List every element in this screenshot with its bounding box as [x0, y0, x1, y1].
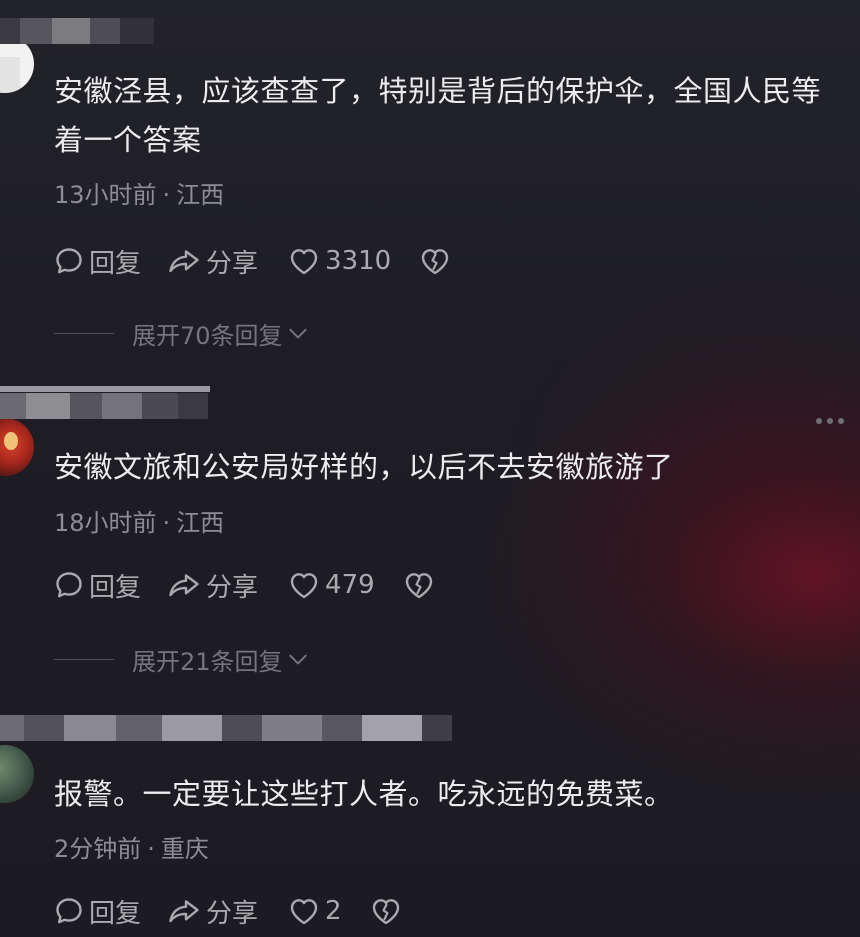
share-label: 分享	[206, 898, 259, 929]
comment-bubble-icon	[54, 570, 84, 600]
username-blurred[interactable]	[0, 393, 208, 419]
reply-label: 回复	[89, 572, 142, 603]
comment-text: 安徽文旅和公安局好样的，以后不去安徽旅游了	[54, 450, 674, 484]
comment-time: 18小时前	[54, 509, 157, 537]
divider-line	[54, 658, 114, 660]
heart-icon	[288, 896, 320, 926]
share-arrow-icon	[167, 246, 201, 276]
divider-line	[54, 332, 114, 334]
comment-location: 重庆	[160, 835, 209, 863]
share-button[interactable]: 分享	[167, 894, 259, 929]
comment-bubble-icon	[54, 246, 84, 276]
username-blurred-underline	[0, 386, 210, 392]
comment-time: 13小时前	[54, 181, 157, 209]
share-button[interactable]: 分享	[167, 244, 259, 279]
broken-heart-icon	[403, 570, 435, 600]
comment-actions: 回复 分享 3310	[54, 244, 451, 279]
comment-location: 江西	[176, 509, 225, 537]
comment-bubble-icon	[54, 896, 84, 926]
like-button[interactable]: 479	[288, 568, 375, 602]
comment-text: 安徽泾县，应该查查了，特别是背后的保护伞，全国人民等着一个答案	[54, 74, 822, 157]
reply-button[interactable]: 回复	[54, 894, 142, 929]
avatar[interactable]	[0, 745, 34, 803]
broken-heart-icon	[419, 246, 451, 276]
heart-icon	[288, 246, 320, 276]
username-blurred[interactable]	[0, 715, 452, 741]
comment-meta: 2分钟前 · 重庆	[54, 829, 209, 864]
dislike-button[interactable]	[419, 244, 451, 278]
like-count: 3310	[325, 246, 392, 276]
comment-time: 2分钟前	[54, 835, 142, 863]
reply-button[interactable]: 回复	[54, 244, 142, 279]
expand-replies-label: 展开70条回复	[132, 321, 283, 350]
like-count: 2	[325, 896, 342, 926]
expand-replies-label: 展开21条回复	[132, 647, 283, 676]
comment-actions: 回复 分享 479	[54, 568, 435, 603]
heart-icon	[288, 570, 320, 600]
dislike-button[interactable]	[403, 568, 435, 602]
like-count: 479	[325, 570, 375, 600]
share-arrow-icon	[167, 896, 201, 926]
expand-replies-button[interactable]: 展开70条回复	[54, 318, 309, 350]
chevron-down-icon	[287, 648, 309, 670]
avatar[interactable]	[0, 418, 34, 476]
comment-location: 江西	[176, 181, 225, 209]
dislike-button[interactable]	[370, 894, 402, 928]
reply-label: 回复	[89, 898, 142, 929]
separator-dot: ·	[162, 509, 171, 537]
share-button[interactable]: 分享	[167, 568, 259, 603]
share-label: 分享	[206, 248, 259, 279]
comment-text: 报警。一定要让这些打人者。吃永远的免费菜。	[54, 777, 674, 811]
reply-button[interactable]: 回复	[54, 568, 142, 603]
more-dots-icon[interactable]	[816, 418, 844, 424]
comment-meta: 13小时前 · 江西	[54, 175, 224, 210]
separator-dot: ·	[162, 181, 171, 209]
comment-actions: 回复 分享 2	[54, 894, 402, 929]
expand-replies-button[interactable]: 展开21条回复	[54, 644, 309, 676]
like-button[interactable]: 3310	[288, 244, 391, 278]
broken-heart-icon	[370, 896, 402, 926]
chevron-down-icon	[287, 322, 309, 344]
share-label: 分享	[206, 572, 259, 603]
comment-meta: 18小时前 · 江西	[54, 503, 224, 538]
separator-dot: ·	[147, 835, 155, 863]
share-arrow-icon	[167, 570, 201, 600]
username-blurred[interactable]	[0, 18, 154, 44]
like-button[interactable]: 2	[288, 894, 342, 928]
reply-label: 回复	[89, 248, 142, 279]
